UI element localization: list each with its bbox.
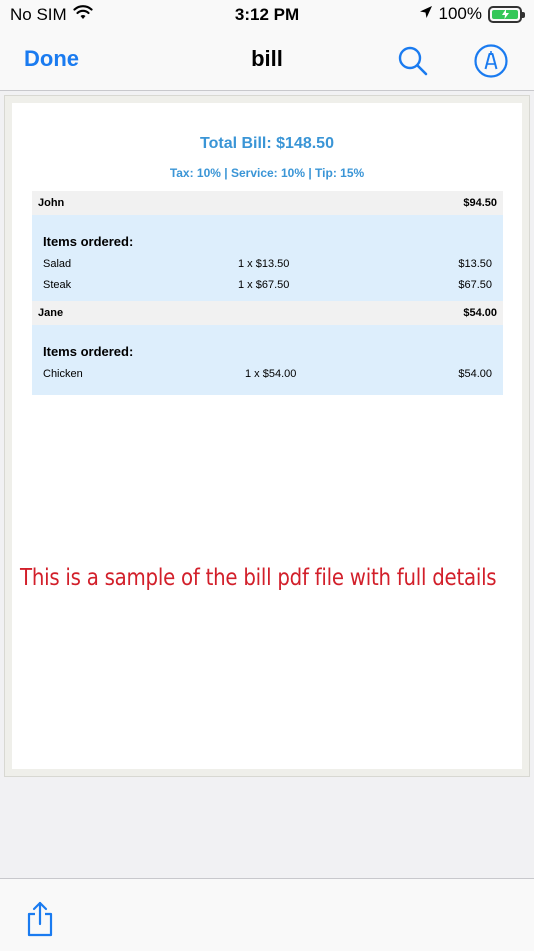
- document-viewer[interactable]: Total Bill: $148.50 Tax: 10% | Service: …: [0, 91, 534, 878]
- item-name: Steak: [43, 279, 72, 291]
- item-quantity: 1 x $13.50: [238, 258, 290, 270]
- list-item: Salad 1 x $13.50 $13.50: [32, 258, 503, 274]
- total-bill-title: Total Bill: $148.50: [200, 135, 334, 152]
- bill-table: John $94.50 Items ordered: Salad 1 x $13…: [32, 191, 503, 395]
- bottom-toolbar: [0, 878, 534, 951]
- list-item: Chicken 1 x $54.00 $54.00: [32, 368, 503, 384]
- item-price: $13.50: [458, 258, 492, 270]
- item-price: $67.50: [458, 279, 492, 291]
- document-title: bill: [251, 46, 283, 71]
- location-arrow-icon: [419, 4, 433, 24]
- item-price: $54.00: [458, 368, 492, 380]
- share-icon[interactable]: [24, 899, 56, 939]
- status-bar: No SIM 3:12 PM 100%: [0, 0, 534, 32]
- item-quantity: 1 x $54.00: [245, 368, 297, 380]
- battery-charging-icon: [488, 5, 525, 23]
- person-total: $54.00: [463, 307, 497, 319]
- search-icon[interactable]: [395, 43, 431, 79]
- person-row-john: John $94.50: [32, 191, 503, 215]
- item-quantity: 1 x $67.50: [238, 279, 290, 291]
- battery-percentage: 100%: [438, 4, 482, 23]
- items-heading: Items ordered:: [43, 344, 134, 359]
- person-row-jane: Jane $54.00: [32, 301, 503, 325]
- status-right: 100%: [419, 4, 525, 24]
- pdf-page: Total Bill: $148.50 Tax: 10% | Service: …: [12, 103, 522, 769]
- items-block-jane: Items ordered: Chicken 1 x $54.00 $54.00: [32, 325, 503, 395]
- person-name: Jane: [38, 307, 64, 319]
- person-name: John: [38, 197, 65, 209]
- markup-pen-icon[interactable]: [473, 43, 509, 79]
- items-heading: Items ordered:: [43, 234, 134, 249]
- item-name: Salad: [43, 258, 72, 270]
- sample-note: This is a sample of the bill pdf file wi…: [20, 565, 497, 591]
- items-block-john: Items ordered: Salad 1 x $13.50 $13.50 S…: [32, 215, 503, 301]
- person-total: $94.50: [463, 197, 497, 209]
- rates-summary: Tax: 10% | Service: 10% | Tip: 15%: [169, 166, 365, 180]
- navigation-bar: Done bill: [0, 32, 534, 91]
- item-name: Chicken: [43, 368, 83, 380]
- list-item: Steak 1 x $67.50 $67.50: [32, 279, 503, 295]
